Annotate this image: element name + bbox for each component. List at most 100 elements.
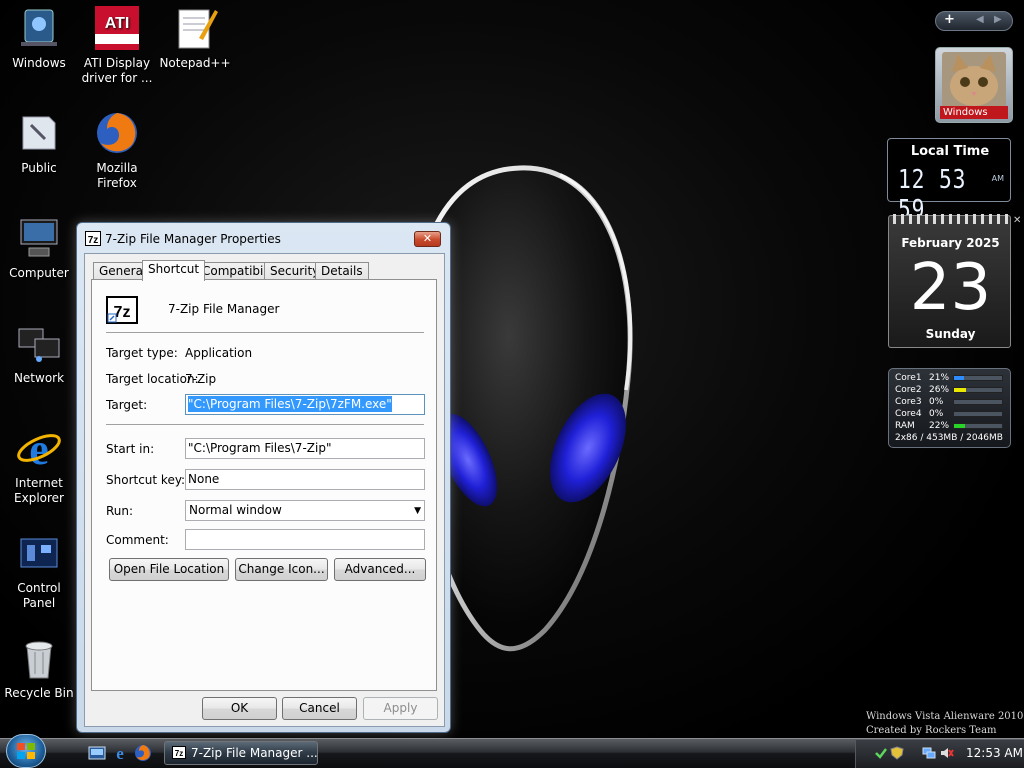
cpu-row-name: Core1 xyxy=(895,373,922,383)
calendar-weekday: Sunday xyxy=(925,327,976,341)
open-file-location-button[interactable]: Open File Location xyxy=(109,558,229,581)
network-tray-icon[interactable] xyxy=(922,746,936,760)
desktop-icon-label: Internet Explorer xyxy=(14,476,64,505)
add-gadget-icon[interactable]: + xyxy=(944,12,955,27)
tab-details[interactable]: Details xyxy=(315,262,369,280)
cpu-row-name: Core4 xyxy=(895,409,922,419)
svg-text:7z: 7z xyxy=(175,749,183,758)
dialog-titlebar[interactable]: 7z 7-Zip File Manager Properties ✕ xyxy=(77,223,450,251)
cpu-row-fill xyxy=(954,388,967,392)
seven-zip-taskbar-icon: 7z xyxy=(172,746,186,759)
cpu-row-percent: 0% xyxy=(929,397,944,407)
calendar-month: February 2025 xyxy=(901,236,1000,250)
system-tray: 12:53 AM xyxy=(855,740,1024,768)
desktop-icon-label: Public xyxy=(21,161,57,175)
desktop-icon-label: Mozilla Firefox xyxy=(96,161,138,190)
desktop-icon-recycle-bin[interactable]: Recycle Bin xyxy=(0,634,78,701)
change-icon-button[interactable]: Change Icon... xyxy=(235,558,328,581)
run-select-value: Normal window xyxy=(189,503,282,517)
tray-clock[interactable]: 12:53 AM xyxy=(966,746,1023,760)
notepad-plus-plus-icon xyxy=(178,9,218,49)
watermark-line: Created by Rockers Team xyxy=(866,725,997,736)
firefox-quicklaunch-icon[interactable] xyxy=(134,744,152,762)
target-type-value: Application xyxy=(185,346,253,360)
tab-shortcut[interactable]: Shortcut xyxy=(142,260,206,281)
shortcut-name: 7-Zip File Manager xyxy=(168,302,280,316)
calendar-gadget: February 2025 23 Sunday xyxy=(888,214,1011,348)
target-input[interactable]: "C:\Program Files\7-Zip\7zFM.exe" xyxy=(185,394,425,415)
clock-ampm: AM xyxy=(991,174,1004,183)
desktop-icon-notepad-plus-plus[interactable]: Notepad++ xyxy=(156,4,234,71)
windows-folder-icon xyxy=(21,9,57,46)
user-tile[interactable]: Windows xyxy=(935,47,1013,123)
internet-explorer-quicklaunch-icon[interactable]: e xyxy=(111,744,129,762)
gadget-close-icon[interactable]: ✕ xyxy=(1013,215,1021,226)
taskbar-button-label: 7-Zip File Manager ... xyxy=(191,746,318,760)
cpu-row: Core1 21% xyxy=(895,373,1007,384)
run-label: Run: xyxy=(106,504,134,518)
security-check-icon[interactable] xyxy=(874,746,888,760)
dropdown-arrow-icon: ▼ xyxy=(414,506,421,516)
kitten-avatar xyxy=(942,52,1006,108)
advanced-button[interactable]: Advanced... xyxy=(334,558,426,581)
cpu-row: RAM 22% xyxy=(895,421,1007,432)
control-panel-icon xyxy=(20,538,58,568)
cpu-row-bar xyxy=(953,387,1003,393)
desktop-icon-network[interactable]: Network xyxy=(0,319,78,386)
cpu-row: Core2 26% xyxy=(895,385,1007,396)
cpu-footer: 2x86 / 453MB / 2046MB xyxy=(895,433,1003,443)
ok-button[interactable]: OK xyxy=(202,697,277,720)
comment-input[interactable] xyxy=(185,529,425,550)
show-desktop-icon[interactable] xyxy=(88,744,106,762)
shortcut-panel: 7z 7-Zip File Manager Target type: Appli… xyxy=(91,279,437,691)
calendar-day: 23 xyxy=(909,251,992,325)
wallpaper-watermark: Windows Vista Alienware 2010 Created by … xyxy=(866,710,1023,738)
user-name: Windows xyxy=(940,106,1008,119)
desktop-icon-control-panel[interactable]: Control Panel xyxy=(0,529,78,611)
cpu-row-fill xyxy=(954,376,965,380)
start-button[interactable] xyxy=(6,734,46,768)
desktop-icon-computer[interactable]: Computer xyxy=(0,214,78,281)
comment-label: Comment: xyxy=(106,533,169,547)
firefox-icon xyxy=(97,113,137,153)
desktop-icon-internet-explorer[interactable]: e Internet Explorer xyxy=(0,424,78,506)
shortcut-key-input[interactable]: None xyxy=(185,469,425,490)
clock-gadget: Local Time 12 53 59 AM xyxy=(887,138,1011,225)
desktop-icon-label: Computer xyxy=(9,266,69,280)
desktop-icon-firefox[interactable]: Mozilla Firefox xyxy=(78,109,156,191)
network-icon xyxy=(18,328,60,362)
calendar-rings xyxy=(893,214,1008,224)
desktop-icon-public[interactable]: Public xyxy=(0,109,78,176)
svg-text:e: e xyxy=(29,425,49,472)
start-in-label: Start in: xyxy=(106,442,155,456)
target-location-value: 7-Zip xyxy=(185,372,217,386)
desktop-icon-label: Windows xyxy=(12,56,66,70)
sidebar-controls: + ◀ ▶ xyxy=(935,11,1013,31)
svg-text:7z: 7z xyxy=(88,235,99,246)
watermark-line: Windows Vista Alienware 2010 xyxy=(866,711,1024,722)
start-in-input[interactable]: "C:\Program Files\7-Zip" xyxy=(185,438,425,459)
taskbar-button-7zip[interactable]: 7z 7-Zip File Manager ... xyxy=(164,741,318,765)
svg-text:e: e xyxy=(116,744,124,762)
next-arrow-icon[interactable]: ▶ xyxy=(994,14,1002,25)
cpu-row-percent: 21% xyxy=(929,373,950,383)
separator xyxy=(106,332,424,333)
cpu-row-bar xyxy=(953,411,1003,417)
cpu-row: Core4 0% xyxy=(895,409,1007,420)
public-folder-icon xyxy=(22,116,56,150)
shield-icon[interactable] xyxy=(890,746,904,760)
desktop-icon-label: ATI Display driver for ... xyxy=(81,56,153,85)
volume-muted-icon[interactable] xyxy=(940,746,954,760)
cpu-row-percent: 0% xyxy=(929,409,944,419)
apply-button[interactable]: Apply xyxy=(363,697,438,720)
cpu-row-bar xyxy=(953,399,1003,405)
cancel-button[interactable]: Cancel xyxy=(282,697,357,720)
desktop-icon-label: Notepad++ xyxy=(159,56,231,70)
dialog-client: General Shortcut Compatibility Security … xyxy=(84,253,445,727)
close-button[interactable]: ✕ xyxy=(414,231,441,247)
target-type-label: Target type: xyxy=(106,346,178,360)
desktop-icon-windows[interactable]: Windows xyxy=(0,4,78,71)
previous-arrow-icon[interactable]: ◀ xyxy=(976,14,984,25)
desktop-icon-ati-driver[interactable]: ATI ATI Display driver for ... xyxy=(78,4,156,86)
run-select[interactable]: Normal window ▼ xyxy=(185,500,425,521)
